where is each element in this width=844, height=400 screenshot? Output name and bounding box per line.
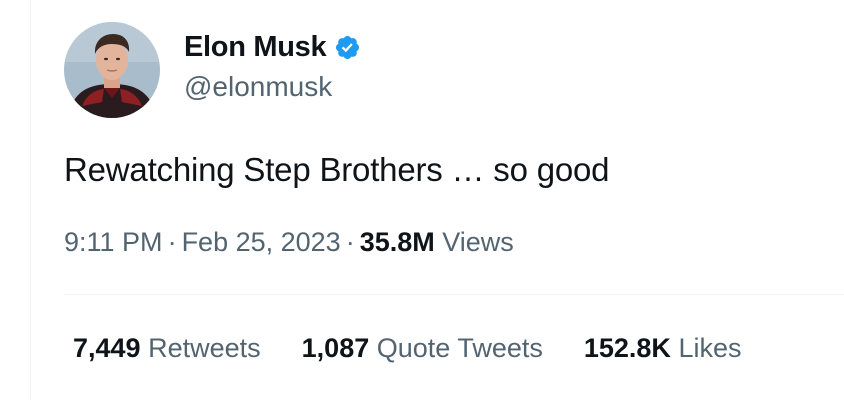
retweets-label: Retweets (148, 333, 261, 363)
meta-separator: · (167, 227, 177, 257)
tweet-time[interactable]: 9:11 PM (64, 227, 163, 257)
avatar[interactable] (64, 22, 160, 118)
likes-label: Likes (678, 333, 742, 363)
author-display-name[interactable]: Elon Musk (184, 30, 327, 64)
likes-count: 152.8K (583, 333, 671, 363)
profile-photo (64, 22, 160, 118)
retweets-count: 7,449 (73, 333, 141, 363)
quote-tweets-label: Quote Tweets (376, 333, 543, 363)
quote-tweets-count: 1,087 (301, 333, 370, 363)
meta-separator: · (345, 227, 355, 257)
quote-tweets-link[interactable]: 1,087 Quote Tweets (302, 331, 543, 365)
verified-badge-icon (336, 35, 360, 59)
tweet-date[interactable]: Feb 25, 2023 (182, 227, 341, 257)
tweet-meta: 9:11 PM · Feb 25, 2023 · 35.8M Views (64, 225, 514, 259)
tweet-card: Elon Musk @elonmusk Rewatching Step Brot… (30, 0, 844, 400)
tweet-text: Rewatching Step Brothers … so good (64, 151, 610, 188)
views-count: 35.8M (359, 227, 435, 257)
likes-link[interactable]: 152.8K Likes (584, 331, 742, 365)
views-link[interactable]: 35.8M Views (360, 227, 514, 257)
author-name-row[interactable]: Elon Musk (184, 30, 361, 64)
author-handle[interactable]: @elonmusk (184, 70, 332, 104)
divider (64, 294, 844, 295)
engagement-stats: 7,449 Retweets 1,087 Quote Tweets 152.8K… (73, 331, 782, 365)
retweets-link[interactable]: 7,449 Retweets (73, 331, 261, 365)
views-label: Views (442, 227, 514, 257)
